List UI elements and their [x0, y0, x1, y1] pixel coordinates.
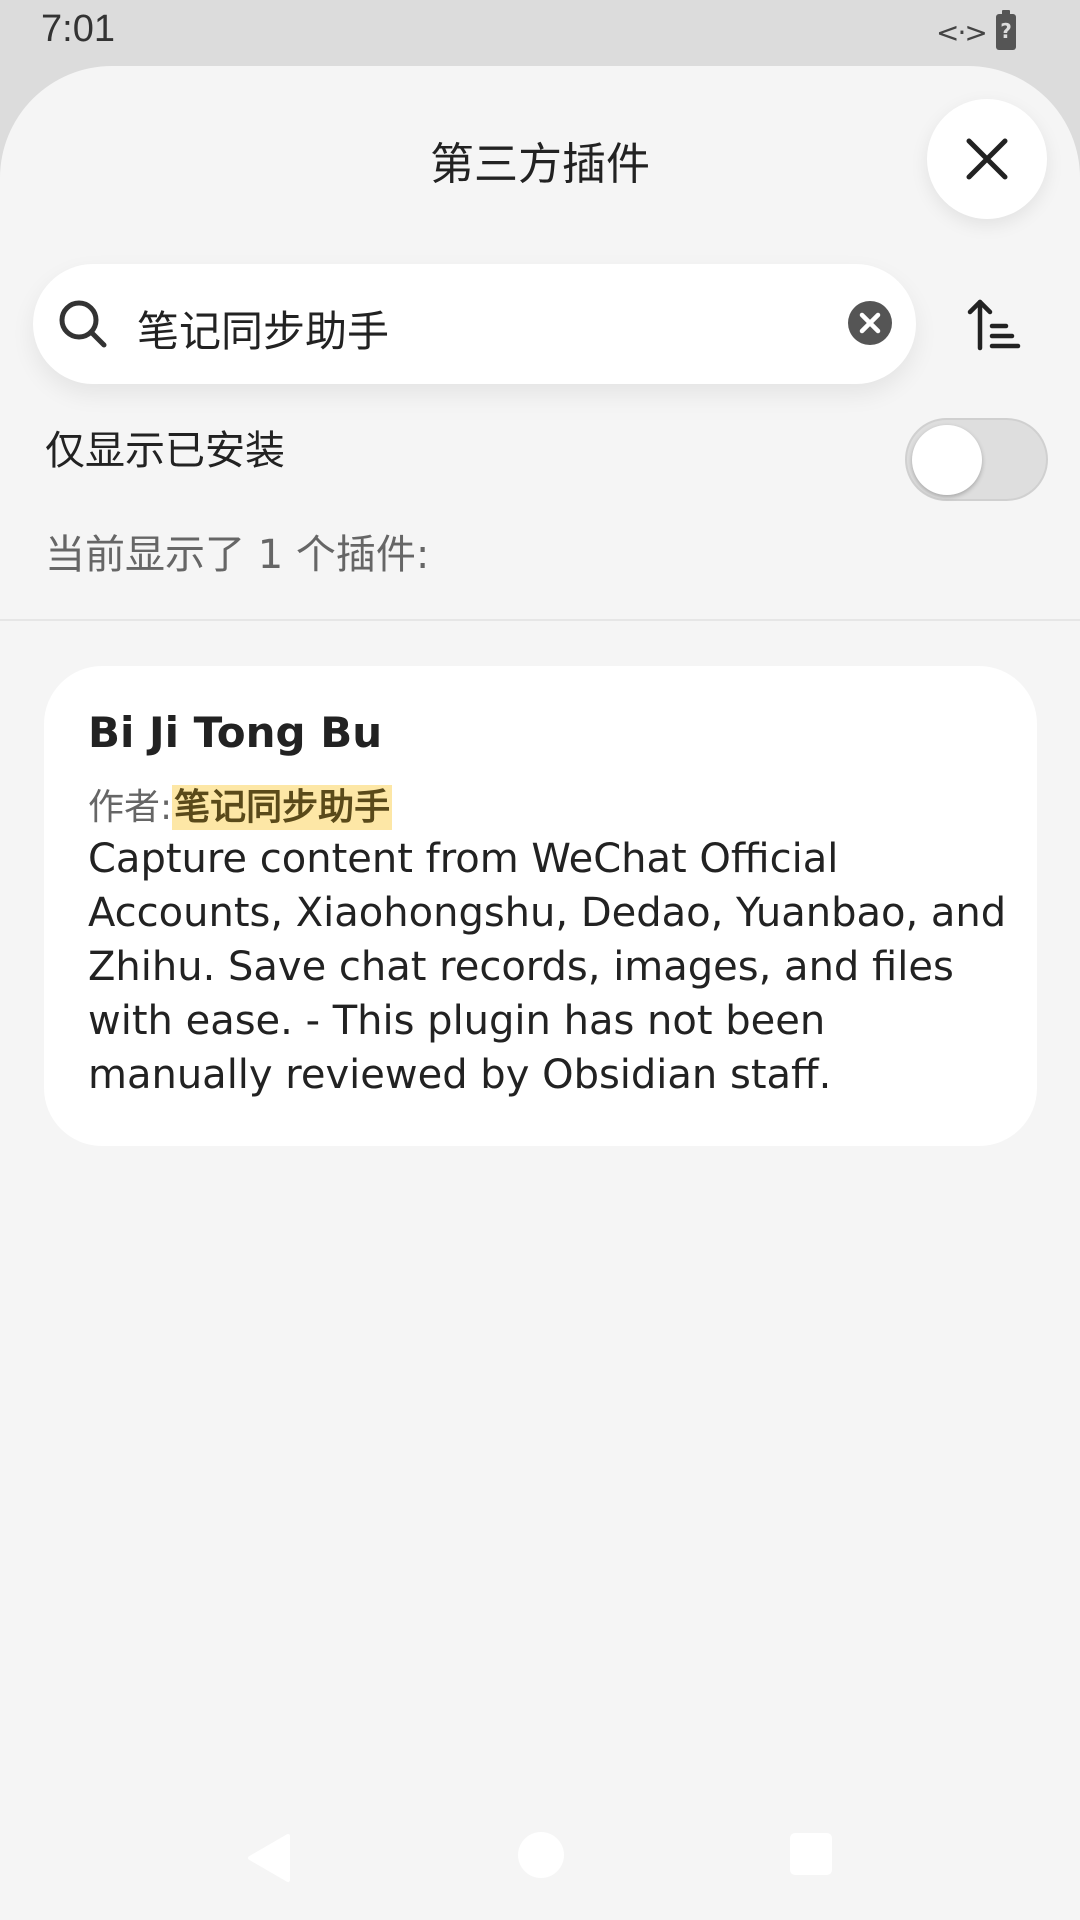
toggle-knob — [912, 425, 982, 495]
home-icon[interactable] — [518, 1832, 564, 1878]
author-name-highlight: 笔记同步助手 — [172, 785, 393, 830]
plugin-author-row: 作者:笔记同步助手 — [88, 778, 393, 830]
status-bar: 7:01 <·> ? — [0, 0, 1080, 64]
plugins-sheet: 第三方插件 笔记同步助手 仅显示已安装 当前显示了 1 个插件: Bi Ji T… — [0, 66, 1080, 1920]
battery-icon: ? — [996, 10, 1016, 50]
close-button[interactable] — [927, 99, 1047, 219]
back-icon[interactable] — [246, 1832, 292, 1884]
results-count: 当前显示了 1 个插件: — [45, 532, 430, 578]
plugin-card[interactable]: Bi Ji Tong Bu 作者:笔记同步助手 Capture content … — [44, 666, 1037, 1146]
plugin-name: Bi Ji Tong Bu — [88, 708, 383, 757]
close-icon — [966, 138, 1008, 180]
plugin-description: Capture content from WeChat Official Acc… — [88, 836, 1007, 1098]
search-icon — [59, 300, 107, 348]
recents-icon[interactable] — [790, 1833, 832, 1875]
status-time: 7:01 — [41, 8, 115, 50]
battery-unknown-glyph: ? — [1000, 19, 1012, 43]
search-value[interactable]: 笔记同步助手 — [137, 298, 389, 359]
sort-icon[interactable] — [966, 298, 1022, 352]
clear-search-icon[interactable] — [847, 300, 893, 346]
divider — [0, 619, 1080, 621]
sheet-title: 第三方插件 — [430, 139, 650, 190]
installed-only-toggle[interactable] — [905, 418, 1048, 501]
data-activity-icon: <·> — [936, 16, 988, 49]
search-input[interactable]: 笔记同步助手 — [33, 264, 916, 384]
installed-only-label: 仅显示已安装 — [45, 428, 285, 474]
author-label: 作者: — [88, 787, 173, 828]
